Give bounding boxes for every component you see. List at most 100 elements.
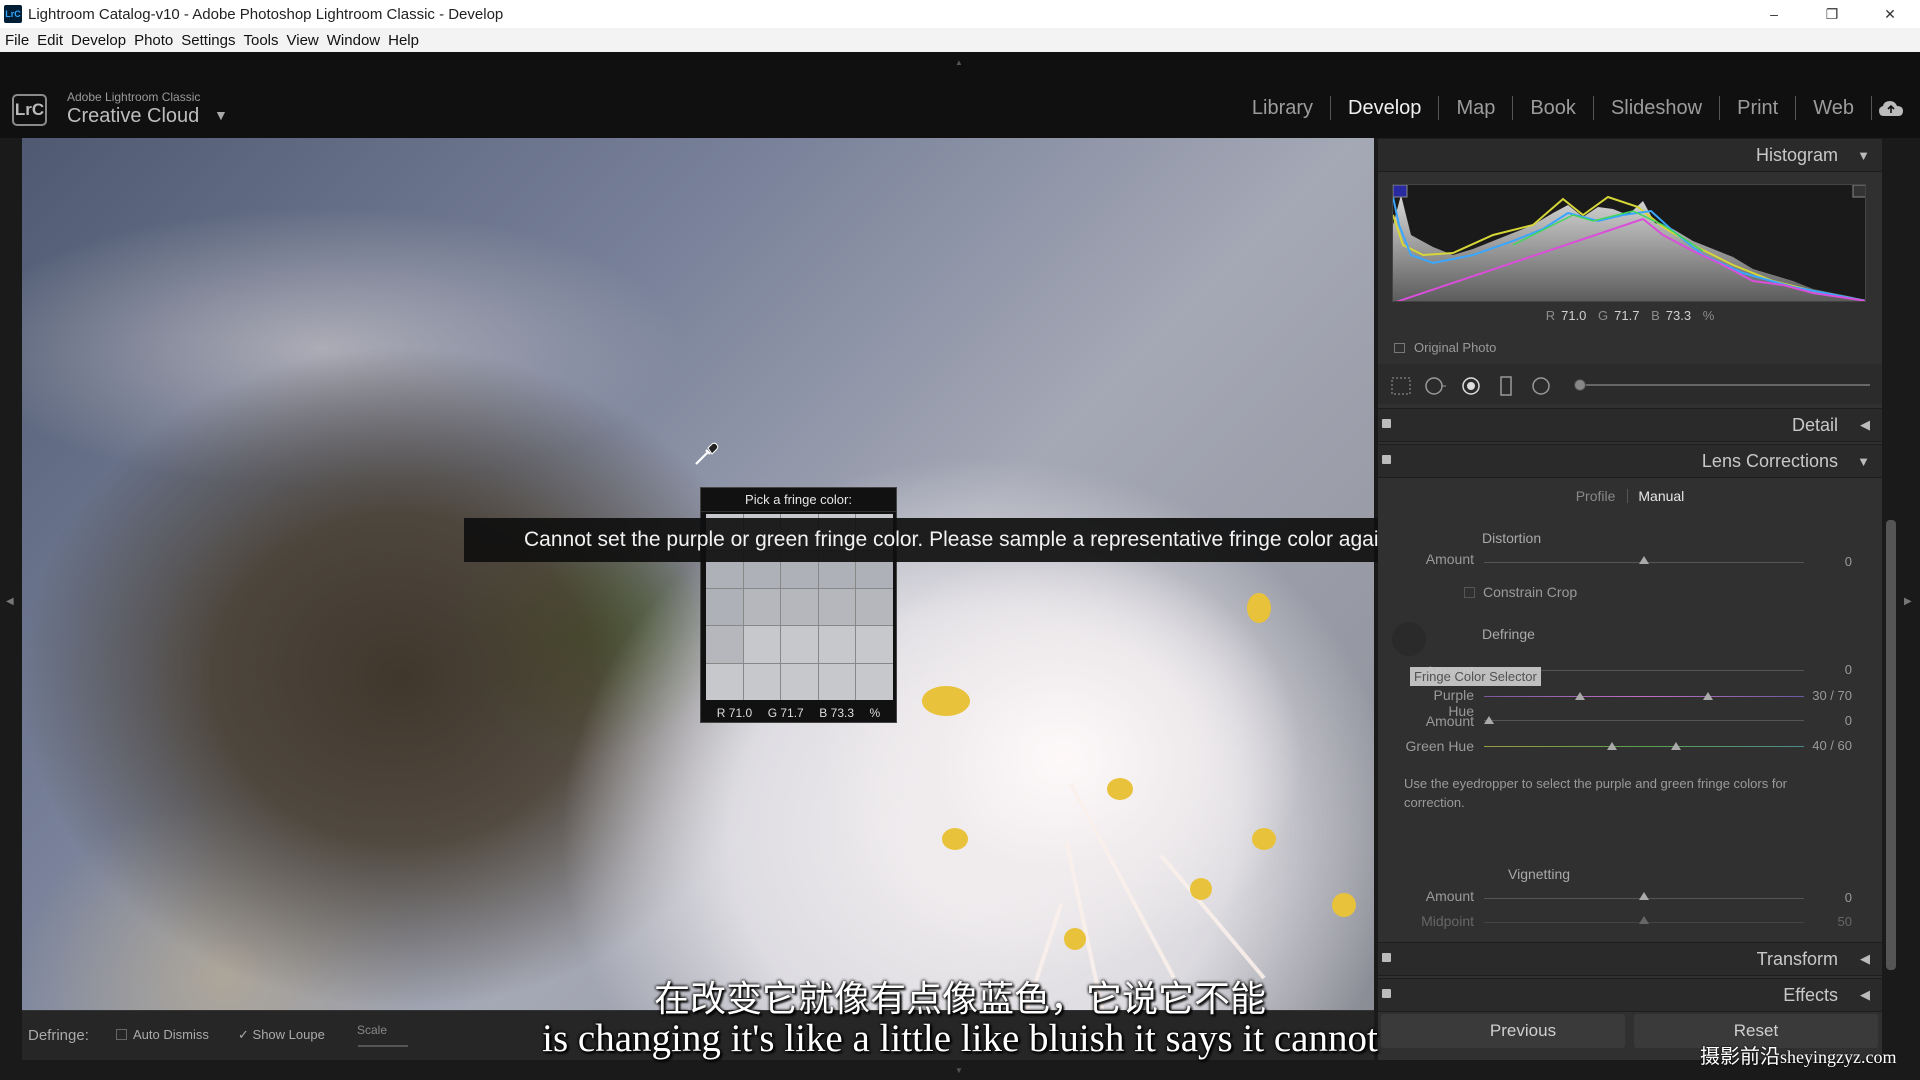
watermark-chinese: 摄影前沿	[1700, 1044, 1780, 1068]
vignetting-amount-knob[interactable]	[1639, 892, 1649, 900]
menu-file[interactable]: File	[4, 32, 30, 49]
menu-develop[interactable]: Develop	[70, 32, 127, 49]
loupe-cell	[706, 588, 743, 626]
module-web[interactable]: Web	[1796, 97, 1871, 120]
tool-strip-slider[interactable]	[1574, 379, 1870, 391]
subtitle-chinese: 在改变它就像有点像蓝色，它说它不能	[653, 979, 1266, 1020]
collapse-triangle-icon[interactable]: ▼	[1857, 148, 1870, 163]
tab-profile[interactable]: Profile	[1576, 488, 1616, 504]
panel-switch-icon[interactable]	[1382, 419, 1391, 428]
lens-corrections-header[interactable]: Lens Corrections ▼	[1378, 444, 1882, 478]
loupe-cell	[781, 626, 818, 663]
graduated-filter-icon[interactable]	[1495, 376, 1517, 396]
green-amount-value: 0	[1844, 713, 1852, 728]
loupe-cell	[818, 663, 856, 700]
photo-canvas[interactable]	[22, 138, 1374, 1010]
menu-edit[interactable]: Edit	[36, 32, 64, 49]
green-amount-slider[interactable]	[1484, 720, 1804, 721]
purple-hue-low-knob[interactable]	[1575, 692, 1585, 700]
photo-stamen	[1068, 782, 1176, 979]
hist-g-value: 71.7	[1614, 308, 1640, 323]
original-photo-option[interactable]: Original Photo	[1394, 340, 1496, 355]
window-titlebar: LrC Lightroom Catalog-v10 - Adobe Photos…	[0, 0, 1920, 28]
menu-help[interactable]: Help	[387, 32, 420, 49]
restore-button[interactable]: ❐	[1804, 0, 1860, 28]
menu-bar: File Edit Develop Photo Settings Tools V…	[0, 28, 1920, 52]
lightroom-header: ▲ LrC Adobe Lightroom Classic Creative C…	[0, 52, 1920, 138]
menu-window[interactable]: Window	[326, 32, 381, 49]
module-develop[interactable]: Develop	[1331, 97, 1438, 120]
photo-anther	[1190, 878, 1212, 900]
expand-triangle-icon[interactable]: ◀	[1860, 951, 1870, 967]
crop-overlay-icon[interactable]	[1390, 376, 1412, 396]
photo-stamen	[1159, 854, 1266, 980]
spot-removal-icon[interactable]	[1424, 376, 1446, 396]
collapse-top-panel-arrow[interactable]: ▲	[955, 58, 963, 67]
loupe-r: R 71.0	[717, 706, 752, 720]
module-library[interactable]: Library	[1235, 97, 1330, 120]
hist-r-value: 71.0	[1561, 308, 1587, 323]
histogram-header[interactable]: Histogram ▼	[1378, 138, 1882, 172]
histogram-rgb-readout: R 71.0 G 71.7 B 73.3 %	[1378, 308, 1882, 323]
filmstrip-toggle-arrow[interactable]: ▼	[955, 1066, 963, 1075]
green-hue-high-knob[interactable]	[1671, 742, 1681, 750]
histogram-graph[interactable]	[1392, 184, 1866, 302]
eyedropper-cursor-icon	[695, 442, 719, 465]
purple-hue-high-knob[interactable]	[1703, 692, 1713, 700]
photo-anther	[1064, 928, 1086, 950]
menu-settings[interactable]: Settings	[180, 32, 236, 49]
constrain-crop-option[interactable]: Constrain Crop	[1464, 584, 1577, 600]
close-button[interactable]: ✕	[1862, 0, 1918, 28]
cloud-sync-icon[interactable]	[1878, 98, 1904, 120]
module-print[interactable]: Print	[1720, 97, 1795, 120]
left-panel-toggle-icon[interactable]: ◀	[6, 596, 14, 607]
minimize-button[interactable]: –	[1746, 0, 1802, 28]
identity-dropdown-icon[interactable]: ▼	[214, 107, 228, 123]
detail-panel-header[interactable]: Detail ◀	[1378, 408, 1882, 442]
original-photo-checkbox[interactable]	[1394, 343, 1405, 353]
collapse-triangle-icon[interactable]: ▼	[1857, 454, 1870, 469]
constrain-crop-checkbox[interactable]	[1464, 587, 1475, 598]
distortion-amount-value: 0	[1844, 554, 1852, 569]
panel-switch-icon[interactable]	[1382, 953, 1391, 962]
loupe-unit: %	[869, 706, 881, 720]
fringe-eyedropper-well[interactable]	[1392, 622, 1426, 656]
green-amount-knob[interactable]	[1484, 716, 1494, 724]
identity-plate[interactable]: Creative Cloud	[67, 105, 199, 128]
green-hue-slider[interactable]	[1484, 746, 1804, 747]
vignetting-midpoint-value: 50	[1837, 914, 1852, 929]
green-hue-value: 40 / 60	[1812, 738, 1852, 753]
defringe-label: Defringe	[1482, 626, 1535, 642]
purple-hue-value: 30 / 70	[1812, 688, 1852, 703]
module-book[interactable]: Book	[1513, 97, 1593, 120]
right-panel-toggle-icon[interactable]: ▶	[1904, 596, 1912, 607]
tab-manual[interactable]: Manual	[1638, 488, 1684, 504]
purple-hue-slider[interactable]	[1484, 696, 1804, 697]
panel-switch-icon[interactable]	[1382, 455, 1391, 464]
original-photo-label: Original Photo	[1414, 340, 1497, 355]
loupe-cell	[856, 588, 893, 626]
loupe-r-value: 71.0	[728, 706, 753, 720]
green-hue-low-knob[interactable]	[1607, 742, 1617, 750]
tool-strip-slider-knob[interactable]	[1574, 379, 1586, 391]
module-picker: Library Develop Map Book Slideshow Print…	[1235, 96, 1872, 120]
loupe-cell	[743, 626, 781, 663]
defringe-hint-text: Use the eyedropper to select the purple …	[1404, 776, 1788, 810]
module-slideshow[interactable]: Slideshow	[1594, 97, 1719, 120]
photo-anther	[1252, 828, 1276, 850]
module-map[interactable]: Map	[1439, 97, 1512, 120]
distortion-amount-knob[interactable]	[1639, 556, 1649, 564]
expand-triangle-icon[interactable]: ◀	[1860, 417, 1870, 433]
loupe-cell	[743, 663, 781, 700]
red-eye-icon[interactable]	[1460, 376, 1482, 396]
fringe-loupe-rgb: R 71.0 G 71.7 B 73.3 %	[701, 706, 896, 720]
radial-filter-icon[interactable]	[1530, 376, 1552, 396]
menu-photo[interactable]: Photo	[133, 32, 174, 49]
hist-unit: %	[1702, 308, 1715, 323]
menu-tools[interactable]: Tools	[242, 32, 279, 49]
right-panel-scrollbar[interactable]	[1886, 520, 1896, 970]
watermark-site: sheyingzyz.com	[1780, 1047, 1897, 1067]
menu-view[interactable]: View	[286, 32, 320, 49]
loupe-cell	[706, 626, 743, 663]
vignetting-midpoint-knob[interactable]	[1639, 916, 1649, 924]
